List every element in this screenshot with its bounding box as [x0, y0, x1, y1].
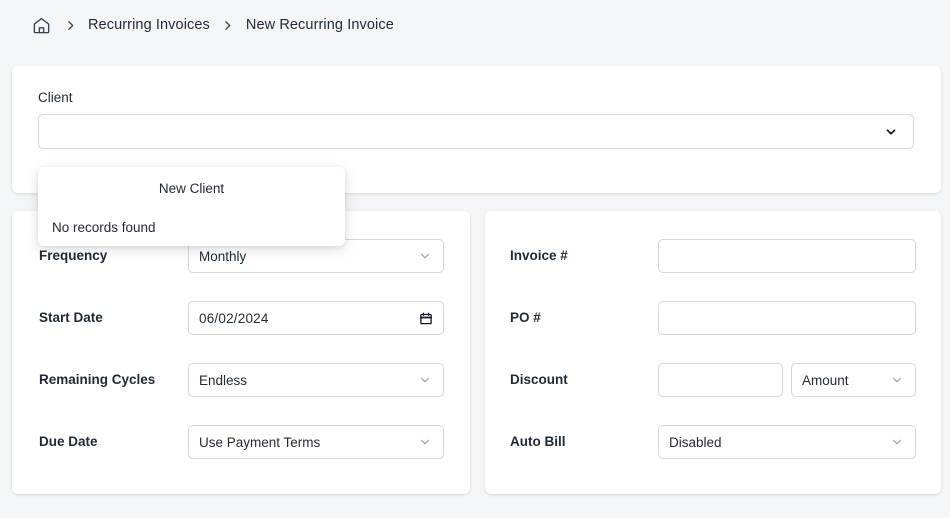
start-date-value: 06/02/2024 [199, 310, 269, 326]
chevron-down-icon [883, 124, 899, 140]
field-row-discount: Discount Amount [485, 363, 941, 397]
due-date-select[interactable]: Use Payment Terms [188, 425, 444, 459]
discount-type-value: Amount [802, 372, 849, 388]
chevron-down-icon [889, 434, 905, 450]
invoice-details-card: Invoice # PO # Discount Amount Auto Bill [485, 211, 941, 494]
po-number-label: PO # [510, 310, 541, 325]
remaining-cycles-label: Remaining Cycles [39, 372, 156, 387]
auto-bill-select[interactable]: Disabled [658, 425, 916, 459]
invoice-number-label: Invoice # [510, 248, 568, 263]
dropdown-item-new-client[interactable]: New Client [38, 167, 345, 209]
chevron-down-icon [417, 372, 433, 388]
calendar-icon[interactable] [419, 311, 433, 326]
frequency-label: Frequency [39, 248, 108, 263]
discount-label: Discount [510, 372, 568, 387]
field-row-remaining-cycles: Remaining Cycles Endless [12, 363, 470, 397]
start-date-input[interactable]: 06/02/2024 [188, 301, 444, 335]
client-dropdown-menu[interactable]: New Client No records found [38, 167, 345, 246]
field-row-auto-bill: Auto Bill Disabled [485, 425, 941, 459]
due-date-select-value: Use Payment Terms [199, 434, 321, 450]
home-icon[interactable] [30, 14, 52, 36]
start-date-label: Start Date [39, 310, 103, 325]
field-row-start-date: Start Date 06/02/2024 [12, 301, 470, 335]
discount-amount-input[interactable] [658, 363, 783, 397]
breadcrumb-item-new-recurring-invoice[interactable]: New Recurring Invoice [246, 17, 394, 33]
field-row-due-date: Due Date Use Payment Terms [12, 425, 470, 459]
chevron-down-icon [417, 434, 433, 450]
client-select[interactable] [38, 114, 914, 149]
auto-bill-select-value: Disabled [669, 434, 722, 450]
dropdown-empty-message: No records found [52, 220, 156, 235]
discount-type-select[interactable]: Amount [791, 363, 916, 397]
breadcrumb: Recurring Invoices New Recurring Invoice [0, 0, 950, 50]
field-row-invoice-number: Invoice # [485, 239, 941, 273]
chevron-down-icon [889, 372, 905, 388]
po-number-input[interactable] [658, 301, 916, 335]
breadcrumb-separator-icon [52, 14, 88, 36]
due-date-label: Due Date [39, 434, 98, 449]
schedule-card: Frequency Monthly Start Date 06/02/2024 [12, 211, 470, 494]
frequency-select-value: Monthly [199, 248, 247, 264]
breadcrumb-separator-icon [210, 14, 246, 36]
chevron-down-icon [417, 248, 433, 264]
remaining-cycles-select-value: Endless [199, 372, 248, 388]
breadcrumb-item-recurring-invoices[interactable]: Recurring Invoices [88, 17, 210, 33]
remaining-cycles-select[interactable]: Endless [188, 363, 444, 397]
client-label: Client [38, 90, 73, 105]
auto-bill-label: Auto Bill [510, 434, 566, 449]
invoice-number-input[interactable] [658, 239, 916, 273]
field-row-po-number: PO # [485, 301, 941, 335]
